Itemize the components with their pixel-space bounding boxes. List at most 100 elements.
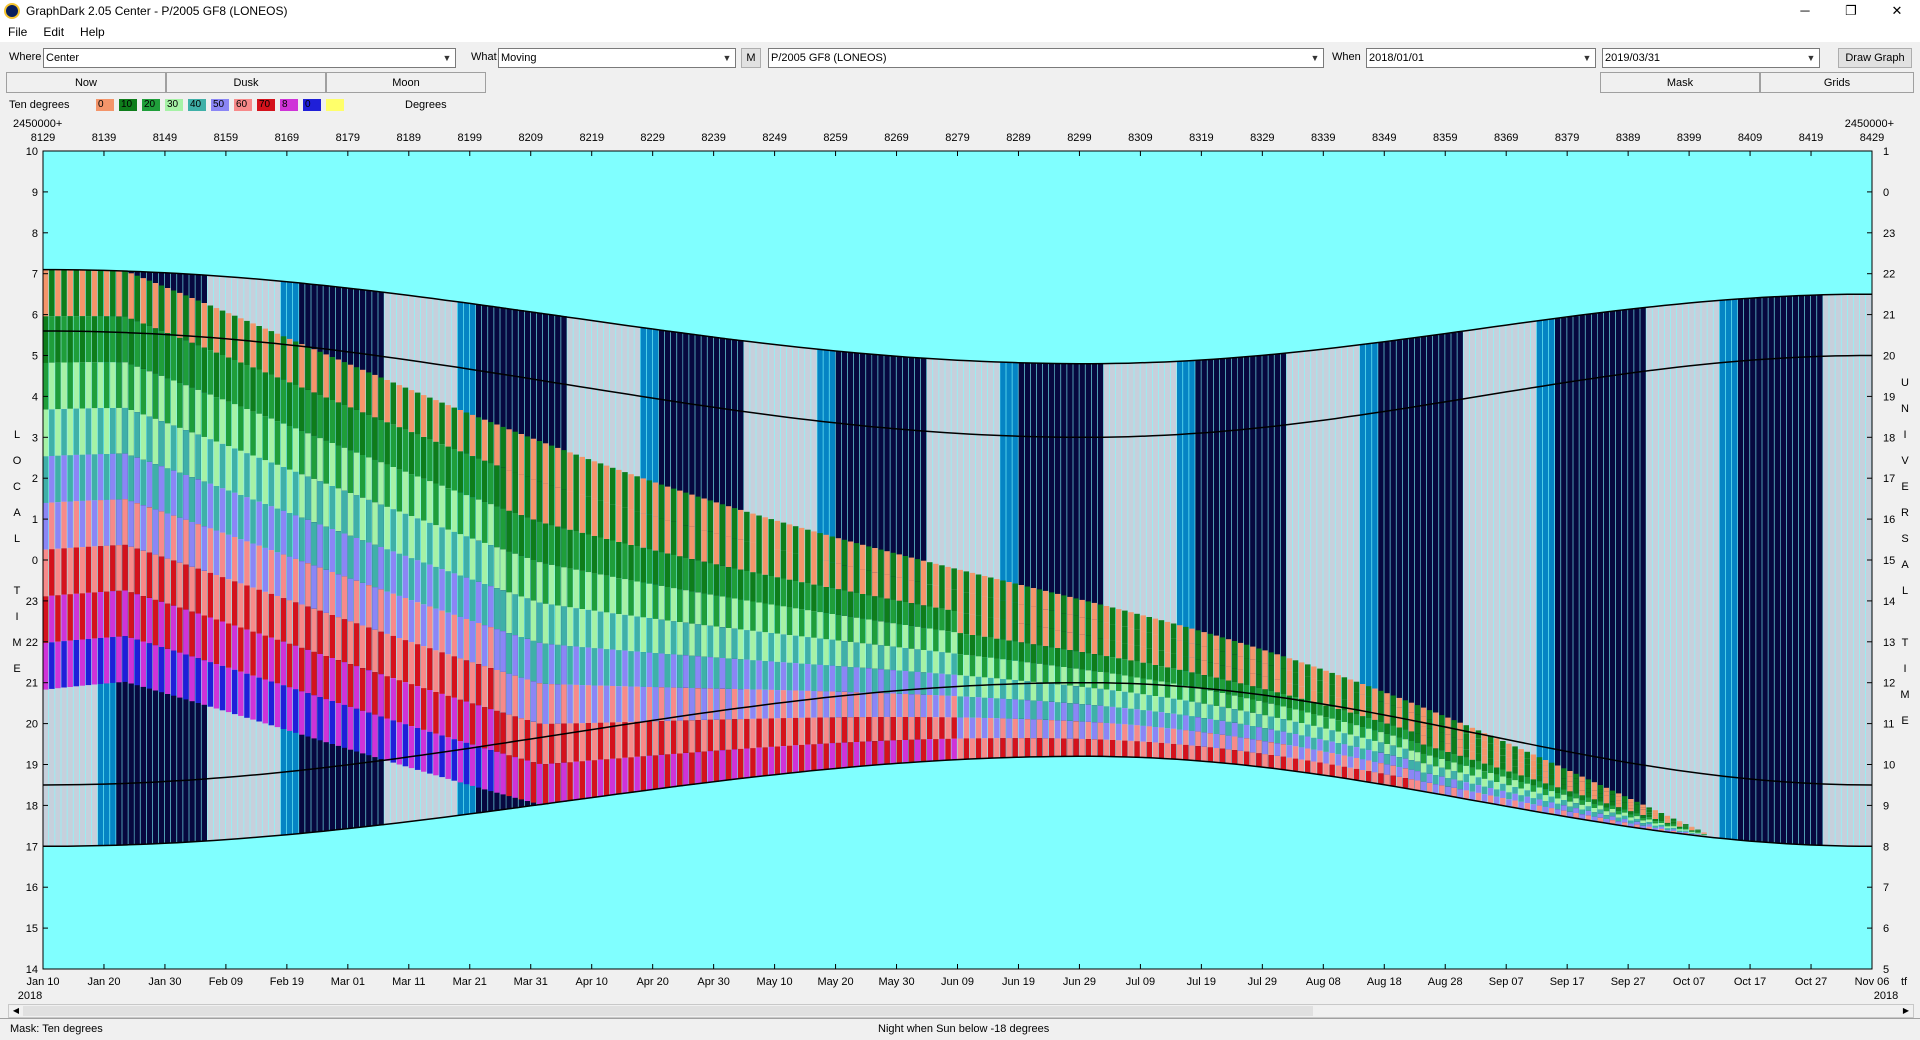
altitude-cell [1201, 732, 1207, 747]
altitude-cell [920, 627, 927, 650]
altitude-cell [908, 739, 915, 763]
menu-help[interactable]: Help [72, 25, 113, 39]
altitude-cell [829, 743, 835, 769]
altitude-cell [872, 572, 878, 597]
altitude-cell [396, 553, 403, 596]
altitude-cell [158, 466, 165, 512]
altitude-cell [841, 565, 848, 591]
altitude-cell [817, 717, 823, 744]
altitude-cell [55, 548, 61, 596]
start-date-select[interactable]: 2018/01/01 ▼ [1366, 48, 1596, 68]
altitude-cell [67, 316, 73, 363]
altitude-cell [1591, 812, 1598, 817]
scroll-right-icon[interactable]: ▶ [1899, 1005, 1913, 1017]
altitude-cell [280, 379, 287, 424]
altitude-cell [524, 598, 531, 639]
draw-graph-button[interactable]: Draw Graph [1838, 48, 1912, 68]
maximize-button[interactable]: ❐ [1828, 0, 1874, 22]
altitude-cell [1341, 766, 1348, 778]
object-select[interactable]: P/2005 GF8 (LONEOS) ▼ [768, 48, 1324, 68]
altitude-cell [494, 751, 500, 793]
altitude-cell [494, 506, 500, 548]
altitude-cell [451, 490, 457, 532]
altitude-cell [713, 533, 720, 565]
altitude-cell [1152, 711, 1159, 727]
altitude-cell [1018, 738, 1024, 758]
toolbar: Where Center ▼ What Moving ▼ M P/2005 GF… [0, 44, 1920, 70]
altitude-cell [213, 308, 220, 353]
altitude-cell [1664, 821, 1671, 823]
altitude-cell [1506, 771, 1512, 779]
altitude-cell [61, 269, 67, 317]
altitude-cell [1329, 718, 1335, 731]
altitude-cell [1012, 583, 1018, 603]
mask-button[interactable]: Mask [1600, 72, 1760, 93]
altitude-cell [1244, 711, 1250, 725]
altitude-cell [500, 467, 506, 509]
altitude-cell [408, 516, 415, 559]
jd-tick-label: 8239 [701, 132, 725, 144]
altitude-cell [945, 588, 951, 610]
altitude-cell [171, 425, 177, 471]
moon-button[interactable]: Moon [326, 72, 486, 93]
menu-edit[interactable]: Edit [35, 25, 72, 39]
chevron-down-icon[interactable]: ▼ [1803, 49, 1819, 67]
jd-tick-label: 8259 [823, 132, 847, 144]
altitude-cell [1347, 712, 1354, 724]
altitude-cell [268, 681, 275, 726]
menu-file[interactable]: File [0, 25, 35, 39]
altitude-cell [524, 679, 531, 720]
chevron-down-icon[interactable]: ▼ [1307, 49, 1323, 67]
altitude-cell [542, 603, 549, 644]
altitude-cell [1042, 738, 1049, 757]
chevron-down-icon[interactable]: ▼ [439, 49, 455, 67]
altitude-cell [1128, 708, 1134, 725]
altitude-cell [792, 526, 799, 554]
dusk-button[interactable]: Dusk [166, 72, 326, 93]
what-select[interactable]: Moving ▼ [498, 48, 736, 68]
altitude-cell [1396, 747, 1402, 758]
horizontal-scrollbar[interactable]: ◀ ▶ [8, 1004, 1914, 1018]
altitude-cell [293, 428, 299, 472]
end-date-select[interactable]: 2019/03/31 ▼ [1602, 48, 1820, 68]
altitude-cell [1597, 809, 1604, 814]
altitude-cell [561, 606, 567, 646]
altitude-cell [158, 556, 165, 602]
altitude-cell [1487, 773, 1494, 781]
altitude-cell [494, 710, 500, 752]
m-button[interactable]: M [741, 48, 761, 68]
altitude-cell [1262, 754, 1268, 768]
scrollbar-thumb[interactable] [23, 1006, 1313, 1016]
altitude-cell [256, 326, 262, 370]
now-button[interactable]: Now [6, 72, 166, 93]
altitude-cell [725, 749, 732, 781]
altitude-cell [811, 744, 817, 771]
altitude-cell [1597, 789, 1604, 794]
night-column [1786, 296, 1793, 844]
chevron-down-icon[interactable]: ▼ [719, 49, 735, 67]
altitude-cell [1408, 769, 1415, 780]
altitude-cell [1140, 631, 1146, 647]
chevron-down-icon[interactable]: ▼ [1579, 49, 1595, 67]
altitude-cell [628, 474, 634, 510]
altitude-cell [622, 543, 628, 580]
altitude-cell [975, 656, 982, 677]
altitude-cell [1652, 825, 1658, 828]
altitude-cell [1646, 817, 1652, 820]
altitude-cell [1274, 705, 1280, 718]
altitude-cell [1518, 755, 1524, 763]
minimize-button[interactable]: ─ [1782, 0, 1828, 22]
altitude-cell [1603, 787, 1610, 792]
altitude-cell [1183, 730, 1189, 745]
grids-button[interactable]: Grids [1760, 72, 1914, 93]
where-select[interactable]: Center ▼ [43, 48, 456, 68]
altitude-cell [1512, 780, 1518, 787]
altitude-cell [561, 645, 567, 685]
altitude-cell [1512, 759, 1518, 767]
scroll-left-icon[interactable]: ◀ [9, 1005, 23, 1017]
close-button[interactable]: ✕ [1874, 0, 1920, 22]
altitude-cell [183, 609, 189, 655]
altitude-cell [451, 614, 457, 657]
altitude-cell [134, 366, 140, 413]
altitude-cell [725, 658, 732, 689]
